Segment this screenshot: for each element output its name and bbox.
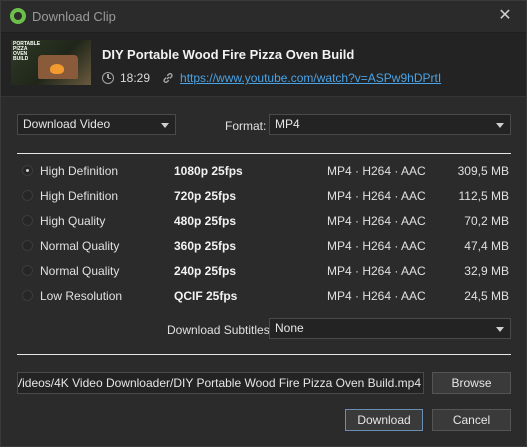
clip-duration: 18:29 [120, 71, 151, 85]
quality-label: High Definition [40, 164, 119, 178]
quality-label: High Quality [40, 214, 106, 228]
divider [17, 354, 511, 355]
quality-option-row[interactable]: High Quality 480p 25fps MP4 · H264 · AAC 70… [17, 209, 511, 234]
fire-shape [50, 64, 64, 74]
cancel-button[interactable]: Cancel [432, 409, 511, 431]
quality-radio[interactable] [22, 290, 33, 301]
divider [17, 153, 511, 154]
codec-label: MP4 · H264 · AAC [327, 164, 426, 178]
codec-label: MP4 · H264 · AAC [327, 289, 426, 303]
file-size-label: 32,9 MB [464, 264, 509, 278]
title-bar: Download Clip ✕ [1, 1, 526, 32]
file-size-label: 47,4 MB [464, 239, 509, 253]
quality-radio[interactable] [22, 165, 33, 176]
subtitles-value: None [275, 321, 304, 335]
quality-option-row[interactable]: Normal Quality 240p 25fps MP4 · H264 · AAC… [17, 259, 511, 284]
subtitles-select[interactable]: None [269, 318, 511, 339]
output-path-field[interactable]: rs/Anton/Videos/4K Video Downloader/DIY … [17, 372, 424, 394]
file-size-label: 112,5 MB [458, 189, 509, 203]
clip-title: DIY Portable Wood Fire Pizza Oven Build [102, 47, 355, 62]
window-title: Download Clip [32, 9, 116, 24]
download-type-select[interactable]: Download Video [17, 114, 176, 135]
video-thumbnail: PORTABLE PIZZA OVEN BUILD [11, 40, 91, 85]
chevron-down-icon [496, 123, 504, 128]
resolution-label: 720p 25fps [174, 189, 237, 203]
quality-radio[interactable] [22, 240, 33, 251]
resolution-label: 480p 25fps [174, 214, 237, 228]
resolution-label: 240p 25fps [174, 264, 237, 278]
link-icon [163, 73, 173, 83]
download-clip-dialog: Download Clip ✕ PORTABLE PIZZA OVEN BUIL… [0, 0, 527, 447]
download-button[interactable]: Download [345, 409, 423, 431]
browse-button[interactable]: Browse [432, 372, 511, 394]
quality-label: High Definition [40, 189, 119, 203]
close-icon[interactable]: ✕ [495, 6, 515, 26]
clip-meta: 18:29 https://www.youtube.com/watch?v=AS… [102, 70, 441, 86]
file-size-label: 309,5 MB [457, 164, 509, 178]
quality-label: Normal Quality [40, 264, 120, 278]
codec-label: MP4 · H264 · AAC [327, 189, 426, 203]
chevron-down-icon [161, 123, 169, 128]
resolution-label: QCIF 25fps [174, 289, 238, 303]
format-select[interactable]: MP4 [269, 114, 511, 135]
quality-option-row[interactable]: High Definition 1080p 25fps MP4 · H264 · A… [17, 159, 511, 184]
codec-label: MP4 · H264 · AAC [327, 214, 426, 228]
codec-label: MP4 · H264 · AAC [327, 239, 426, 253]
clip-url-link[interactable]: https://www.youtube.com/watch?v=ASPw9hDP… [180, 71, 441, 85]
quality-option-row[interactable]: Normal Quality 360p 25fps MP4 · H264 · AAC… [17, 234, 511, 259]
resolution-label: 360p 25fps [174, 239, 237, 253]
thumbnail-caption: PORTABLE PIZZA OVEN BUILD [13, 41, 41, 62]
quality-option-row[interactable]: Low Resolution QCIF 25fps MP4 · H264 · AAC… [17, 284, 511, 309]
subtitles-label: Download Subtitles: [167, 323, 274, 337]
resolution-label: 1080p 25fps [174, 164, 243, 178]
format-label: Format: [225, 119, 267, 133]
quality-radio[interactable] [22, 215, 33, 226]
app-logo-icon [10, 8, 26, 24]
chevron-down-icon [496, 327, 504, 332]
quality-radio[interactable] [22, 265, 33, 276]
clip-header: PORTABLE PIZZA OVEN BUILD DIY Portable W… [1, 32, 526, 97]
quality-option-row[interactable]: High Definition 720p 25fps MP4 · H264 · AA… [17, 184, 511, 209]
codec-label: MP4 · H264 · AAC [327, 264, 426, 278]
quality-label: Normal Quality [40, 239, 120, 253]
quality-label: Low Resolution [40, 289, 123, 303]
download-type-value: Download Video [23, 117, 111, 131]
quality-radio[interactable] [22, 190, 33, 201]
clock-icon [102, 72, 114, 84]
file-size-label: 24,5 MB [464, 289, 509, 303]
file-size-label: 70,2 MB [464, 214, 509, 228]
format-value: MP4 [275, 117, 300, 131]
output-path-text: rs/Anton/Videos/4K Video Downloader/DIY … [17, 376, 421, 390]
